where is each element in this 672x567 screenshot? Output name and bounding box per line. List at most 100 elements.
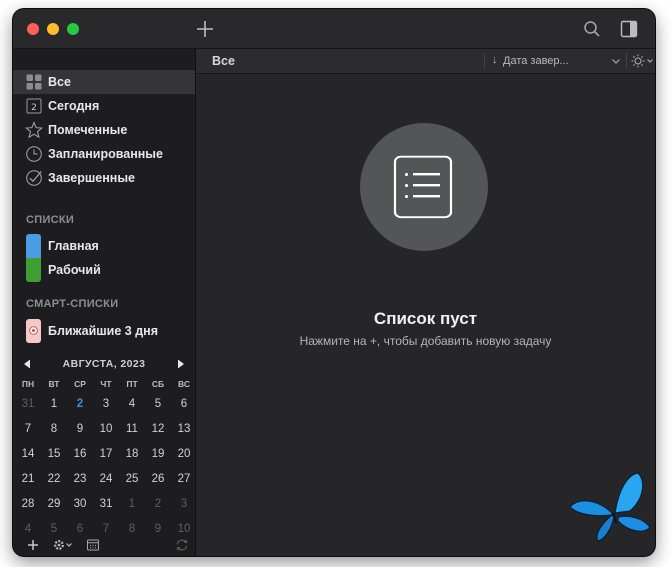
chevron-down-icon (647, 59, 653, 63)
sidebar-item-label: Все (48, 75, 71, 89)
zoom-window-button[interactable] (67, 23, 79, 35)
calendar-day[interactable]: 8 (119, 519, 145, 539)
calendar-day[interactable]: 5 (41, 519, 67, 539)
calendar-day[interactable]: 21 (15, 469, 41, 489)
empty-state-title: Список пуст (373, 309, 478, 328)
calendar-weekday-label: СР (74, 379, 86, 389)
divider (484, 53, 485, 69)
calendar-day[interactable]: 2 (145, 494, 171, 514)
calendar-day[interactable]: 18 (119, 444, 145, 464)
calendar-day[interactable]: 14 (15, 444, 41, 464)
task-list-pane: Все ↓ Дата завер... Список пуст Нажмите … (196, 49, 655, 556)
calendar-header: АВГУСТА, 2023 (13, 355, 195, 373)
calendar-day[interactable]: 26 (145, 469, 171, 489)
search-button[interactable] (581, 18, 603, 40)
sync-button[interactable] (174, 537, 190, 553)
gear-icon (54, 540, 64, 550)
empty-state-subtitle: Нажмите на +, чтобы добавить новую задач… (299, 334, 552, 348)
calendar-day[interactable]: 31 (15, 394, 41, 414)
calendar-day[interactable]: 3 (93, 394, 119, 414)
calendar-day[interactable]: 19 (145, 444, 171, 464)
calendar-weekday-label: ВС (178, 379, 190, 389)
toggle-inspector-button[interactable] (618, 18, 640, 40)
calendar-day[interactable]: 7 (93, 519, 119, 539)
calendar-day[interactable]: 17 (93, 444, 119, 464)
calendar-day[interactable]: 6 (67, 519, 93, 539)
calendar-day[interactable]: 12 (145, 419, 171, 439)
sidebar-item-label: Сегодня (48, 99, 100, 113)
calendar-weekday-label: ВТ (48, 379, 60, 389)
sidebar-item-list-main[interactable]: Главная (13, 234, 195, 258)
calendar-day[interactable]: 16 (67, 444, 93, 464)
sidebar-item-scheduled[interactable]: Запланированные (13, 142, 195, 166)
sidebar: Все 2 Сегодня Помеченные Запланированные (13, 49, 196, 556)
sidebar-item-all[interactable]: Все (13, 70, 195, 94)
empty-state-illustration (360, 123, 488, 251)
grid-icon (26, 74, 42, 90)
calendar-day[interactable]: 7 (15, 419, 41, 439)
plus-icon (197, 21, 213, 37)
sidebar-item-label: Главная (48, 239, 99, 253)
app-window: Все 2 Сегодня Помеченные Запланированные (13, 9, 655, 556)
calendar-weekday-label: ПТ (126, 379, 138, 389)
calendar-day[interactable]: 4 (15, 519, 41, 539)
add-task-button[interactable] (194, 18, 216, 40)
close-window-button[interactable] (27, 23, 39, 35)
chevron-down-icon (612, 59, 620, 64)
sidebar-item-list-work[interactable]: Рабочий (13, 258, 195, 282)
sidebar-item-completed[interactable]: Завершенные (13, 166, 195, 190)
settings-menu-button[interactable] (52, 537, 76, 553)
calendar-day[interactable]: 28 (15, 494, 41, 514)
sidebar-item-label: Помеченные (48, 123, 128, 137)
calendar-day[interactable]: 20 (171, 444, 197, 464)
calendar-day[interactable]: 1 (41, 394, 67, 414)
sidebar-item-today[interactable]: 2 Сегодня (13, 94, 195, 118)
sidebar-item-flagged[interactable]: Помеченные (13, 118, 195, 142)
calendar-day[interactable]: 9 (145, 519, 171, 539)
calendar-day[interactable]: 10 (171, 519, 197, 539)
smart-lists-section-title: СМАРТ-СПИСКИ (26, 298, 119, 310)
calendar-day[interactable]: 27 (171, 469, 197, 489)
calendar-day[interactable]: 10 (93, 419, 119, 439)
calendar-day-icon: 2 (26, 98, 42, 114)
calendar-day[interactable]: 2 (67, 394, 93, 414)
view-options-button[interactable] (629, 52, 655, 70)
calendar-day[interactable]: 4 (119, 394, 145, 414)
sync-icon (176, 539, 188, 551)
calendar-day[interactable]: 3 (171, 494, 197, 514)
calendar-toggle-button[interactable] (85, 537, 101, 553)
calendar-day[interactable]: 1 (119, 494, 145, 514)
task-list-header: Все ↓ Дата завер... (196, 49, 655, 74)
calendar-weekdays: ПН ВТ СР ЧТ ПТ СБ ВС (15, 379, 195, 391)
today-badge: 2 (31, 103, 37, 113)
calendar-day[interactable]: 31 (93, 494, 119, 514)
calendar-day[interactable]: 29 (41, 494, 67, 514)
chevron-down-icon (66, 543, 72, 547)
sidebar-toggle-icon (620, 20, 638, 38)
calendar-icon (87, 539, 99, 551)
calendar-day[interactable]: 6 (171, 394, 197, 414)
calendar-day[interactable]: 8 (41, 419, 67, 439)
calendar-day[interactable]: 11 (119, 419, 145, 439)
calendar-day[interactable]: 22 (41, 469, 67, 489)
calendar-day[interactable]: 5 (145, 394, 171, 414)
title-bar (13, 9, 655, 49)
calendar-day[interactable]: 23 (67, 469, 93, 489)
minimize-window-button[interactable] (47, 23, 59, 35)
calendar-weekday-label: ЧТ (100, 379, 112, 389)
search-icon (584, 21, 600, 37)
calendar-day[interactable]: 30 (67, 494, 93, 514)
calendar-day[interactable]: 15 (41, 444, 67, 464)
add-list-button[interactable] (25, 537, 41, 553)
calendar-day[interactable]: 25 (119, 469, 145, 489)
calendar-day[interactable]: 9 (67, 419, 93, 439)
calendar-day[interactable]: 24 (93, 469, 119, 489)
sort-dropdown[interactable]: ↓ Дата завер... (488, 49, 626, 73)
plus-icon (28, 540, 38, 550)
check-circle-icon (26, 170, 42, 186)
sort-direction-icon: ↓ (492, 54, 498, 66)
calendar-weekday-label: СБ (151, 379, 165, 389)
next-month-button[interactable] (174, 358, 186, 370)
sidebar-item-next-3-days[interactable]: Ближайшие 3 дня (13, 319, 195, 343)
calendar-day[interactable]: 13 (171, 419, 197, 439)
